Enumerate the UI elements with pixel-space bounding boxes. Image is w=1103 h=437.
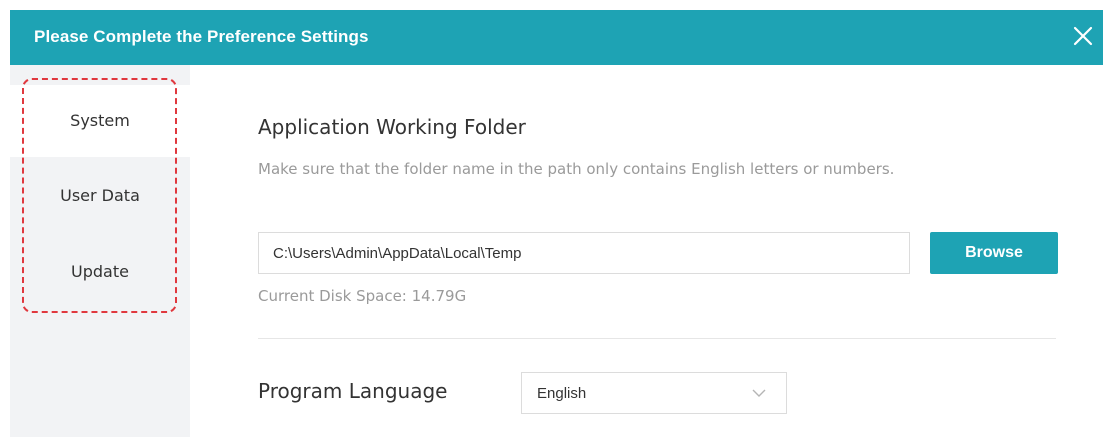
chevron-down-icon [752, 389, 766, 397]
preference-settings-dialog: Please Complete the Preference Settings … [0, 0, 1103, 437]
settings-content: Application Working Folder Make sure tha… [190, 65, 1103, 437]
disk-space-text: Current Disk Space: 14.79G [258, 287, 467, 305]
sidebar-item-label: Update [71, 262, 129, 281]
sidebar-item-system[interactable]: System [10, 85, 190, 157]
working-folder-path-input[interactable] [258, 232, 910, 274]
working-folder-title: Application Working Folder [258, 115, 526, 139]
close-icon[interactable] [1069, 22, 1097, 50]
program-language-label: Program Language [258, 379, 448, 403]
program-language-value: English [537, 385, 587, 402]
browse-button[interactable]: Browse [930, 232, 1058, 274]
sidebar-item-label: System [70, 111, 130, 130]
sidebar-item-update[interactable]: Update [10, 236, 190, 308]
working-folder-hint: Make sure that the folder name in the pa… [258, 160, 895, 178]
title-bar: Please Complete the Preference Settings [10, 10, 1103, 65]
dialog-title: Please Complete the Preference Settings [34, 27, 369, 46]
program-language-select[interactable]: English [521, 372, 787, 414]
section-divider [258, 338, 1056, 339]
sidebar-item-label: User Data [60, 186, 140, 205]
sidebar-item-user-data[interactable]: User Data [10, 160, 190, 232]
settings-sidebar: System User Data Update [10, 65, 190, 437]
